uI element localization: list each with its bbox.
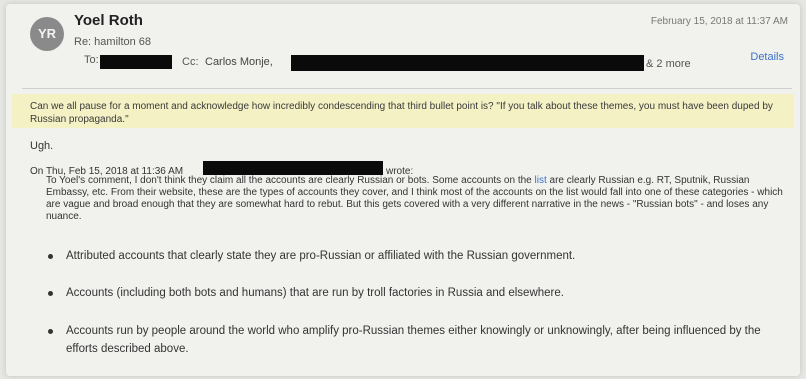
redacted-to-recipient [100, 55, 172, 69]
to-label: To: [84, 54, 99, 66]
redacted-cc-recipients [291, 55, 644, 71]
list-link[interactable]: list [535, 175, 547, 186]
message-date: February 15, 2018 at 11:37 AM [650, 16, 788, 27]
cc-label: Cc: [182, 56, 199, 68]
more-recipients-link[interactable]: & 2 more [646, 58, 691, 70]
list-item: Attributed accounts that clearly state t… [44, 247, 784, 265]
cc-recipient: Carlos Monje, [205, 56, 273, 68]
bullet-dot-icon [48, 329, 53, 334]
message-header: YR Yoel Roth Re: hamilton 68 To: Cc: Car… [6, 4, 800, 84]
list-item: Accounts (including both bots and humans… [44, 284, 784, 302]
subject-line: Re: hamilton 68 [74, 36, 152, 48]
redacted-quoted-sender [203, 161, 383, 175]
quoted-message: To Yoel's comment, I don't think they cl… [46, 175, 794, 223]
email-message-view: YR Yoel Roth Re: hamilton 68 To: Cc: Car… [6, 4, 800, 376]
highlighted-paragraph: Can we all pause for a moment and acknow… [30, 101, 773, 125]
bullet-dot-icon [48, 254, 53, 259]
bullet-dot-icon [48, 291, 53, 296]
header-divider [22, 88, 792, 89]
reply-text: Ugh. [30, 140, 54, 152]
list-item: Accounts run by people around the world … [44, 322, 784, 358]
quote-text-part1: To Yoel's comment, I don't think they cl… [46, 175, 535, 186]
details-link[interactable]: Details [750, 51, 784, 63]
bullet-list: Attributed accounts that clearly state t… [44, 247, 784, 358]
avatar: YR [30, 17, 64, 51]
sender-name: Yoel Roth [74, 12, 143, 29]
